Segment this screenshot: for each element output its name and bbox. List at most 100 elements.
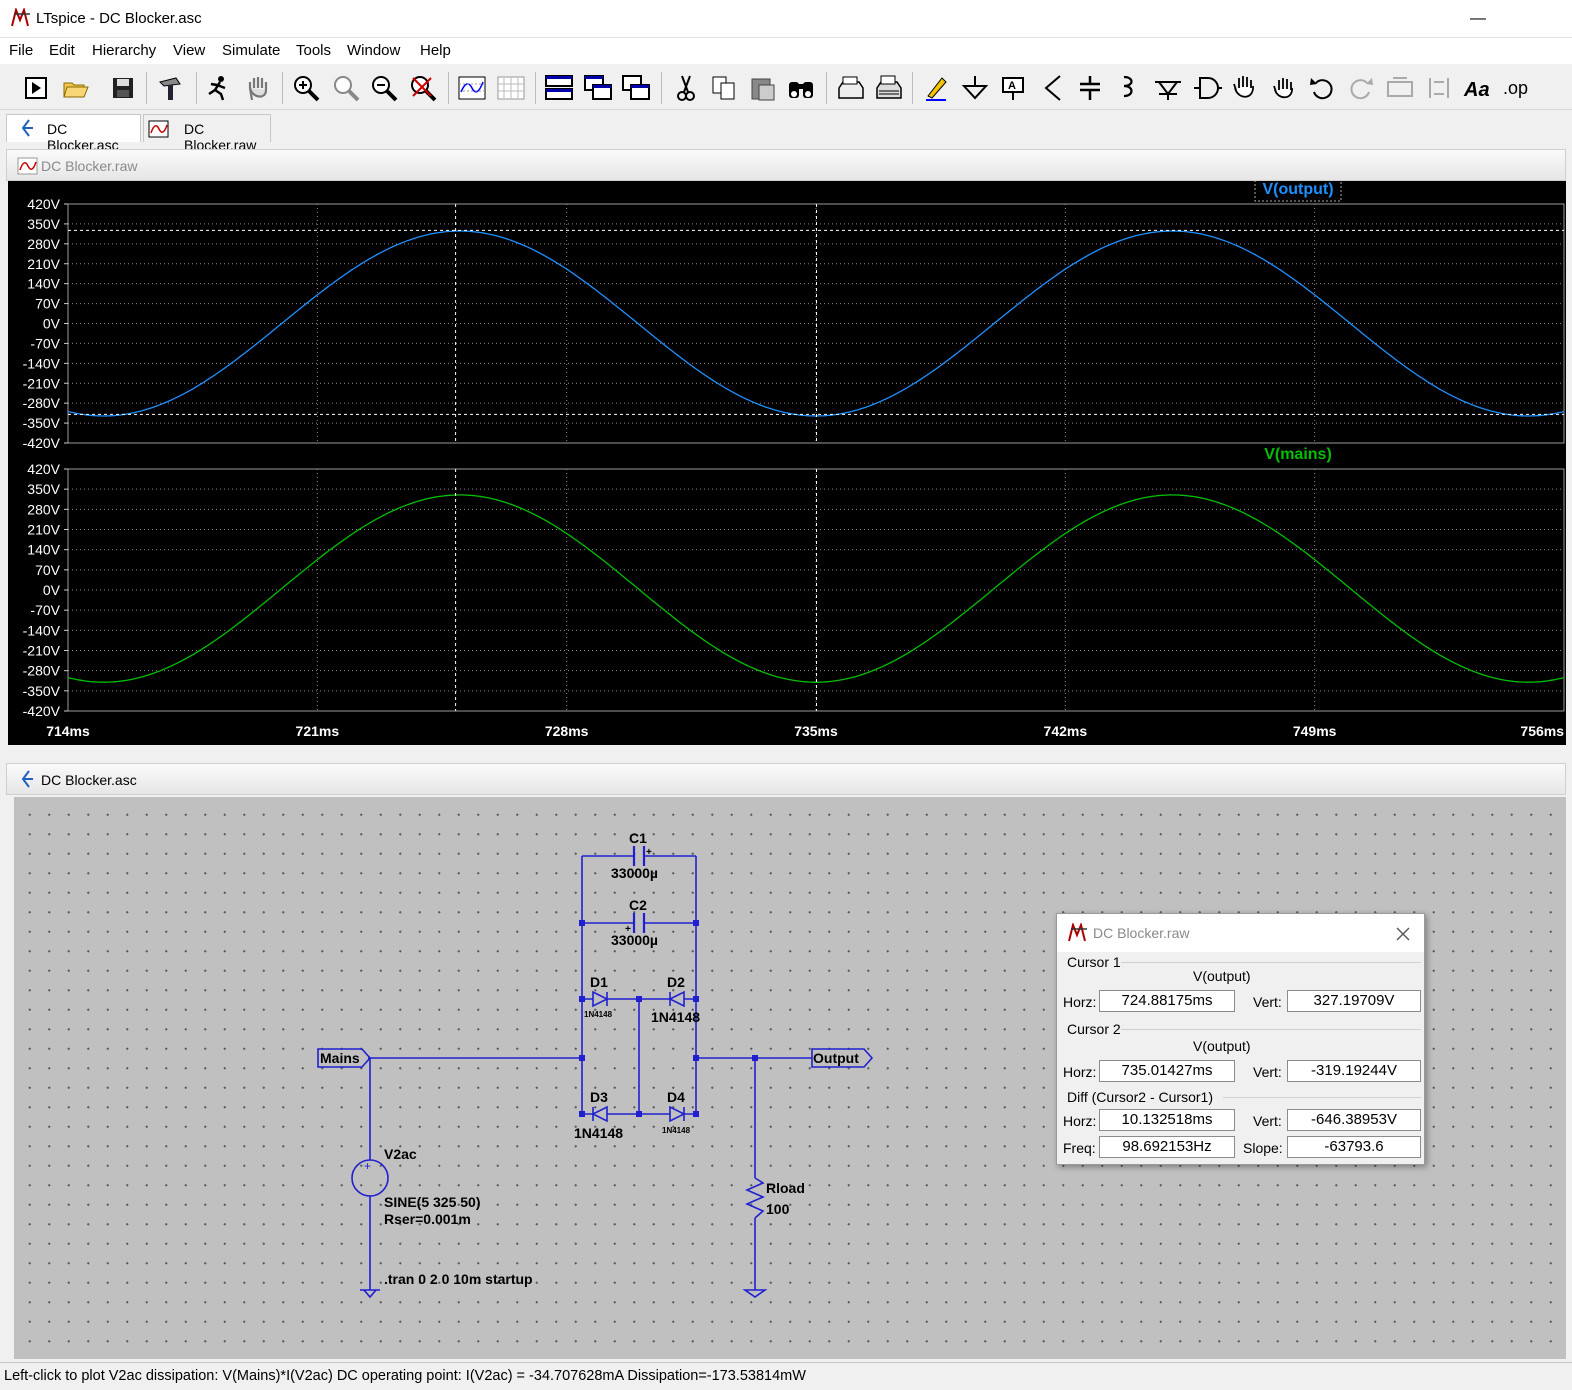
document-tabs: DC Blocker.asc DC Blocker.raw — [0, 110, 1572, 153]
d4-name: D4 — [667, 1089, 685, 1105]
menu-edit[interactable]: Edit — [49, 42, 75, 59]
tile-horizontal-icon[interactable] — [543, 72, 575, 104]
spice-directive-icon[interactable]: .op — [1500, 72, 1532, 104]
waveform-viewer[interactable]: 420V 350V 280V 210V 140V 70V 0V -70V -140V -210V -… — [8, 179, 1566, 745]
run-simulation-icon[interactable] — [202, 72, 234, 104]
cascade-icon[interactable] — [582, 72, 614, 104]
diff-horz-field[interactable]: 10.132518ms — [1099, 1109, 1235, 1131]
undo-icon[interactable] — [1306, 72, 1338, 104]
cursor1-label: Cursor 1 — [1067, 954, 1121, 970]
mains-label: Mains — [320, 1050, 360, 1066]
diff-vert-field[interactable]: -646.38953V — [1287, 1109, 1421, 1131]
rload-value: 100 — [766, 1201, 790, 1217]
halt-hand-icon[interactable] — [242, 72, 274, 104]
print-setup-icon[interactable] — [834, 72, 866, 104]
y-tick-label: -140V — [23, 355, 61, 371]
paste-icon[interactable] — [747, 72, 779, 104]
cursor2-horz-field[interactable]: 735.01427ms — [1099, 1060, 1235, 1082]
ground-icon[interactable] — [959, 72, 991, 104]
slope-field[interactable]: -63793.6 — [1287, 1136, 1421, 1158]
diode-d1[interactable] — [592, 990, 609, 1008]
y-tick-label: 350V — [27, 216, 60, 232]
cursor1-vert-field[interactable]: 327.19709V — [1287, 990, 1421, 1012]
title-bar: LTspice - DC Blocker.asc — — [0, 0, 1572, 38]
control-panel-hammer-icon[interactable] — [155, 72, 187, 104]
tab-dc-blocker-raw[interactable]: DC Blocker.raw — [143, 114, 271, 153]
freq-label: Freq: — [1063, 1140, 1096, 1156]
close-icon[interactable] — [1396, 927, 1410, 941]
component-icon[interactable] — [1191, 72, 1223, 104]
text-icon[interactable]: Aa — [1462, 72, 1494, 104]
menu-tools[interactable]: Tools — [296, 42, 331, 59]
y-tick-label: -70V — [30, 335, 60, 351]
grid-icon[interactable] — [495, 72, 527, 104]
zoom-in-icon[interactable] — [290, 72, 322, 104]
new-schematic-icon[interactable] — [20, 72, 52, 104]
y-tick-label: -210V — [23, 643, 61, 659]
waveform-plot[interactable]: 420V 350V 280V 210V 140V 70V 0V -70V -140V -210V -… — [8, 179, 1566, 745]
y-tick-label: 140V — [27, 276, 60, 292]
cursor2-vert-field[interactable]: -319.19244V — [1287, 1060, 1421, 1082]
pan-icon[interactable] — [330, 72, 362, 104]
cut-icon[interactable] — [670, 72, 702, 104]
capacitor-c1[interactable] — [632, 846, 646, 866]
menu-file[interactable]: File — [9, 42, 33, 59]
cursor1-horz-field[interactable]: 724.88175ms — [1099, 990, 1235, 1012]
menu-window[interactable]: Window — [347, 42, 400, 59]
cursor-dialog[interactable]: DC Blocker.raw Cursor 1 V(output) Horz: … — [1056, 913, 1425, 1165]
y-tick-label: 280V — [27, 501, 60, 517]
status-text: Left-click to plot V2ac dissipation: V(M… — [4, 1368, 806, 1384]
y-tick-label: -420V — [23, 435, 61, 451]
autorange-icon[interactable] — [456, 72, 488, 104]
find-binoculars-icon[interactable] — [785, 72, 817, 104]
save-icon[interactable] — [107, 72, 139, 104]
waveform-icon — [17, 157, 38, 175]
copy-icon[interactable] — [708, 72, 740, 104]
resistor-icon[interactable] — [1036, 72, 1068, 104]
menu-simulate[interactable]: Simulate — [222, 42, 280, 59]
x-tick-label: 714ms — [46, 723, 90, 739]
cursor-dialog-titlebar[interactable]: DC Blocker.raw — [1057, 914, 1424, 952]
trace-label: V(output) — [1262, 181, 1333, 198]
d4-model: 1N4148 — [662, 1126, 691, 1135]
redo-icon[interactable] — [1345, 72, 1377, 104]
spice-directive[interactable]: .tran 0 2 0 10m startup — [384, 1271, 533, 1287]
label-net-icon[interactable]: A — [997, 72, 1029, 104]
draw-wire-pencil-icon[interactable] — [920, 72, 952, 104]
zoom-out-icon[interactable] — [368, 72, 400, 104]
resistor-rload[interactable] — [745, 1177, 765, 1219]
tab-dc-blocker-asc[interactable]: DC Blocker.asc — [6, 114, 141, 153]
open-folder-icon[interactable] — [60, 72, 92, 104]
y-tick-label: 140V — [27, 542, 60, 558]
diode-icon[interactable] — [1152, 72, 1184, 104]
trace-label: V(mains) — [1264, 446, 1332, 463]
capacitor-icon[interactable] — [1074, 72, 1106, 104]
move-hand-icon[interactable] — [1229, 72, 1261, 104]
y-tick-label: -350V — [23, 683, 61, 699]
cursor2-horz-label: Horz: — [1063, 1064, 1097, 1080]
zoom-fit-icon[interactable] — [407, 72, 439, 104]
drag-hand-icon[interactable] — [1268, 72, 1300, 104]
c1-plus: + — [646, 847, 652, 858]
inductor-icon[interactable] — [1112, 72, 1144, 104]
menu-hierarchy[interactable]: Hierarchy — [92, 42, 156, 59]
print-icon[interactable] — [872, 72, 904, 104]
diode-d2[interactable] — [668, 990, 685, 1008]
y-tick-label: 280V — [27, 236, 60, 252]
c1-value: 33000µ — [611, 865, 658, 881]
cursor1-vert-label: Vert: — [1253, 994, 1282, 1010]
rotate-icon[interactable] — [1384, 72, 1416, 104]
schematic-icon — [21, 770, 33, 788]
diode-d3[interactable] — [591, 1105, 608, 1123]
menu-help[interactable]: Help — [420, 42, 451, 59]
y-tick-label: -280V — [23, 395, 61, 411]
svg-text:A: A — [1008, 80, 1016, 92]
freq-field[interactable]: 98.692153Hz — [1099, 1136, 1235, 1158]
mirror-icon[interactable] — [1423, 72, 1455, 104]
close-windows-icon[interactable] — [620, 72, 652, 104]
menu-view[interactable]: View — [173, 42, 205, 59]
diode-d4[interactable] — [669, 1105, 686, 1123]
x-tick-label: 735ms — [794, 723, 838, 739]
capacitor-c2[interactable] — [632, 913, 646, 933]
slope-label: Slope: — [1243, 1140, 1283, 1156]
